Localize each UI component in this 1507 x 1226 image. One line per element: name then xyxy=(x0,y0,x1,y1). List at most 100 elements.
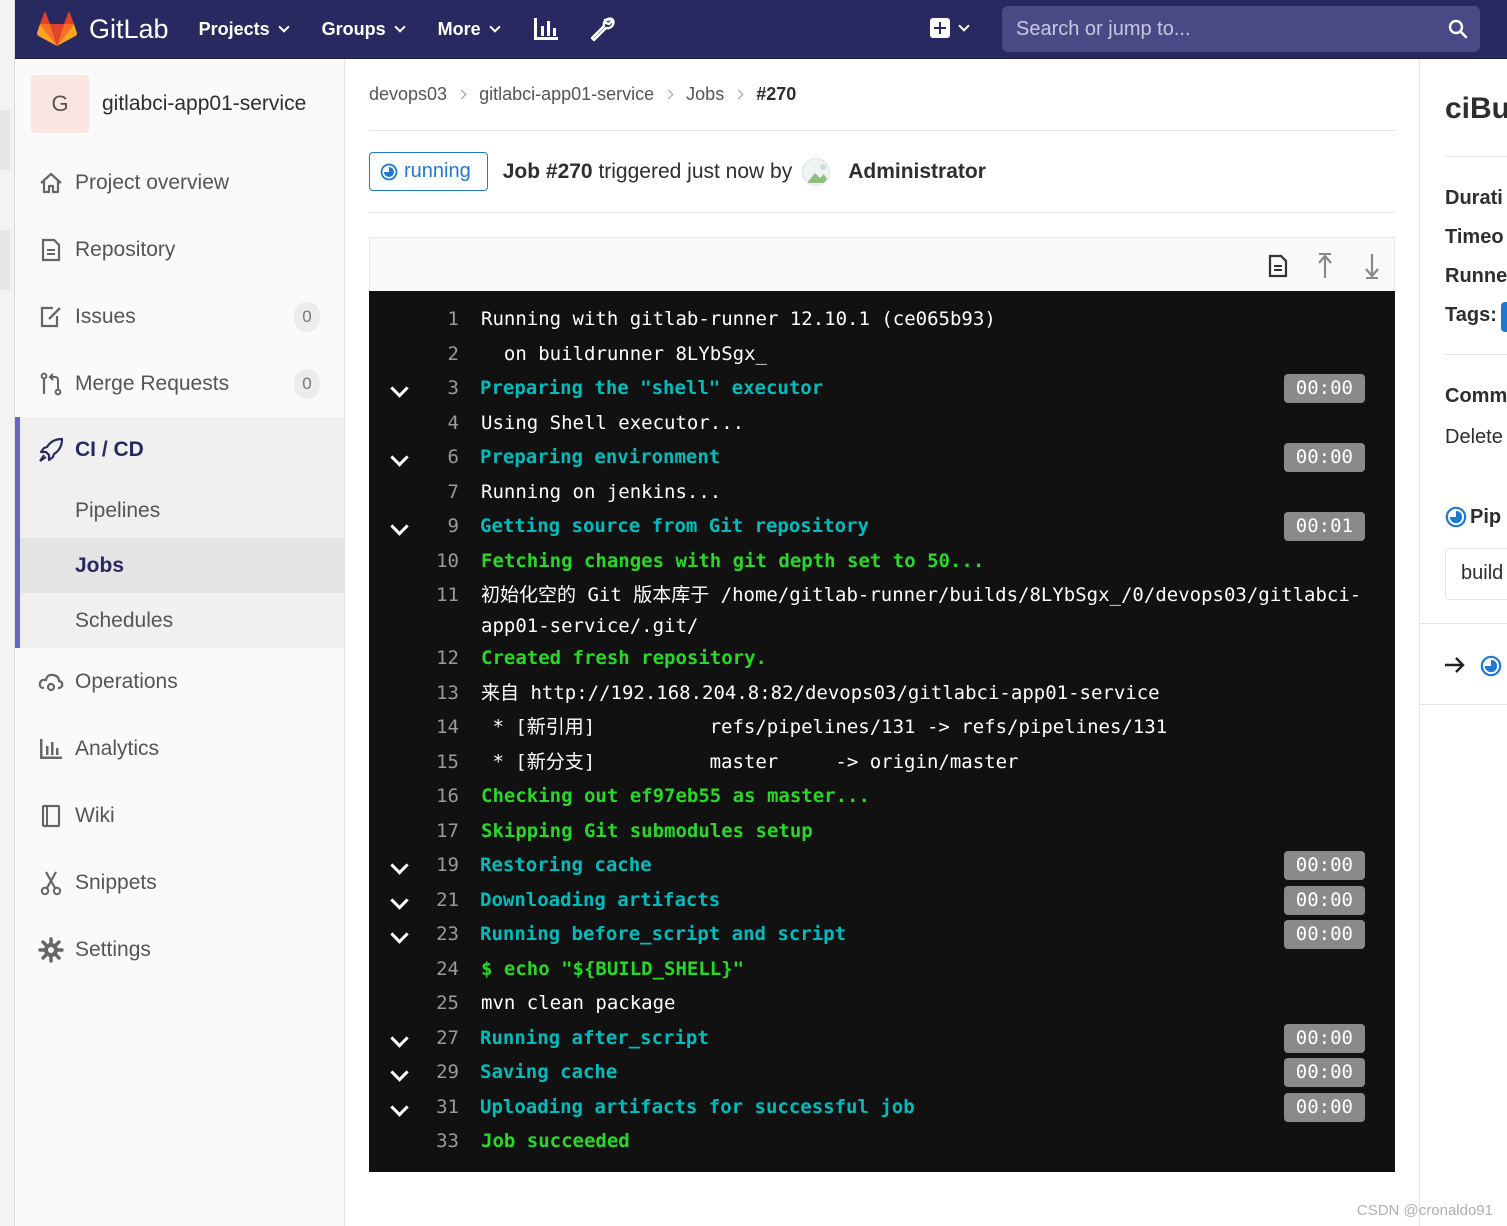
log-line-number[interactable]: 7 xyxy=(369,476,459,508)
project-header[interactable]: G gitlabci-app01-service xyxy=(15,59,344,149)
log-line-number[interactable]: 33 xyxy=(369,1125,459,1157)
log-line-number[interactable]: 11 xyxy=(369,579,459,611)
gitlab-home-link[interactable]: GitLab xyxy=(37,11,169,47)
sidebar-item-snippets[interactable]: Snippets xyxy=(15,849,344,916)
log-section-header[interactable]: 23 Running before_script and script 00:00 xyxy=(369,918,1395,953)
log-line-number[interactable]: 17 xyxy=(369,815,459,847)
home-icon xyxy=(37,169,65,197)
search-box xyxy=(1002,6,1480,52)
job-name-title: ciBui xyxy=(1445,92,1507,125)
user-name-link[interactable]: Administrator xyxy=(848,160,986,184)
sidebar-item-issues[interactable]: Issues 0 xyxy=(15,283,344,350)
log-section-header[interactable]: 31 Uploading artifacts for successful job… xyxy=(369,1091,1395,1126)
log-line-number[interactable]: 1 xyxy=(369,303,459,335)
job-header: running Job #270 triggered just now by A… xyxy=(369,131,1395,213)
log-line-number[interactable]: 2 xyxy=(369,338,459,370)
status-running-icon xyxy=(1445,506,1467,528)
chevron-right-icon xyxy=(456,89,467,100)
log-section-header[interactable]: 21 Downloading artifacts 00:00 xyxy=(369,884,1395,919)
log-line-number[interactable]: 14 xyxy=(369,711,459,743)
job-log-panel: 1 Running with gitlab-runner 12.10.1 (ce0… xyxy=(369,237,1395,1172)
log-line-number[interactable]: 16 xyxy=(369,780,459,812)
divider xyxy=(1420,704,1507,705)
plus-icon xyxy=(930,18,950,38)
sidebar-item-operations[interactable]: Operations xyxy=(15,648,344,715)
log-line-number[interactable]: 24 xyxy=(369,953,459,985)
log-line-number[interactable]: 21 xyxy=(369,884,459,916)
log-section-header[interactable]: 3 Preparing the "shell" executor 00:00 xyxy=(369,372,1395,407)
sidebar-item-merge-requests[interactable]: Merge Requests 0 xyxy=(15,350,344,417)
log-section-header[interactable]: 27 Running after_script 00:00 xyxy=(369,1022,1395,1057)
job-trigger-text: triggered just now by xyxy=(592,159,793,183)
log-section-header[interactable]: 19 Restoring cache 00:00 xyxy=(369,849,1395,884)
scissors-icon xyxy=(37,869,65,897)
chevron-down-icon xyxy=(393,20,406,33)
nav-menu: Projects Groups More xyxy=(199,16,645,42)
log-line-number[interactable]: 23 xyxy=(369,918,459,950)
sidebar-subitem-pipelines[interactable]: Pipelines xyxy=(20,483,344,538)
log-line-text: Checking out ef97eb55 as master... xyxy=(481,785,870,807)
arrow-right-icon xyxy=(1445,657,1465,673)
sidebar-item-settings[interactable]: Settings xyxy=(15,916,344,983)
stage-select[interactable]: build xyxy=(1445,548,1507,600)
log-line-text: Restoring cache xyxy=(480,854,652,876)
log-line-number[interactable]: 10 xyxy=(369,545,459,577)
projects-dropdown[interactable]: Projects xyxy=(199,19,290,40)
sidebar-item-label: Analytics xyxy=(75,736,160,760)
more-dropdown[interactable]: More xyxy=(438,19,501,40)
breadcrumb-job-link[interactable]: #270 xyxy=(756,84,796,105)
log-line: 14 * [新引用] refs/pipelines/131 -> refs/pi… xyxy=(369,711,1395,746)
status-running-icon[interactable] xyxy=(1480,655,1502,677)
user-avatar[interactable] xyxy=(802,157,831,186)
admin-wrench-icon[interactable] xyxy=(589,16,615,42)
log-line-number[interactable]: 27 xyxy=(369,1022,459,1054)
search-input[interactable] xyxy=(1016,17,1416,41)
sidebar-item-analytics[interactable]: Analytics xyxy=(15,715,344,782)
log-line-number[interactable]: 6 xyxy=(369,441,459,473)
log-line-number[interactable]: 4 xyxy=(369,407,459,439)
app-window: GitLab Projects Groups More G gitlabci-a… xyxy=(0,0,1507,1226)
breadcrumb-group-link[interactable]: devops03 xyxy=(369,84,447,105)
scroll-to-top-icon[interactable] xyxy=(1313,253,1337,279)
rocket-icon xyxy=(37,436,65,464)
runner-label: Runne xyxy=(1445,265,1507,287)
log-section-header[interactable]: 6 Preparing environment 00:00 xyxy=(369,441,1395,476)
job-title: Job #270 triggered just now by xyxy=(503,160,793,184)
log-line: 17 Skipping Git submodules setup xyxy=(369,815,1395,850)
sidebar-subitem-jobs[interactable]: Jobs xyxy=(20,538,344,593)
sidebar-item-label: Snippets xyxy=(75,870,157,894)
log-line-text: mvn clean package xyxy=(481,992,676,1014)
sidebar-subitem-schedules[interactable]: Schedules xyxy=(20,593,344,648)
sidebar-item-label: Merge Requests xyxy=(75,371,230,395)
activity-chart-icon[interactable] xyxy=(533,16,559,42)
window-edge xyxy=(0,0,15,1226)
log-line-number[interactable]: 3 xyxy=(369,372,459,404)
log-line-number[interactable]: 15 xyxy=(369,746,459,778)
breadcrumb-jobs-link[interactable]: Jobs xyxy=(686,84,724,105)
log-line-number[interactable]: 13 xyxy=(369,677,459,709)
job-status-badge[interactable]: running xyxy=(369,152,488,191)
merge-requests-count-badge: 0 xyxy=(294,368,320,399)
breadcrumb-project-link[interactable]: gitlabci-app01-service xyxy=(479,84,654,105)
sidebar-item-repository[interactable]: Repository xyxy=(15,216,344,283)
main-content: devops03 gitlabci-app01-service Jobs #27… xyxy=(369,59,1395,1172)
issues-count-badge: 0 xyxy=(294,301,320,332)
groups-dropdown[interactable]: Groups xyxy=(322,19,406,40)
section-duration-badge: 00:00 xyxy=(1283,1058,1365,1087)
log-line-number[interactable]: 19 xyxy=(369,849,459,881)
new-item-dropdown[interactable] xyxy=(930,18,970,38)
log-line-number[interactable]: 12 xyxy=(369,642,459,674)
sidebar-item-wiki[interactable]: Wiki xyxy=(15,782,344,849)
log-section-header[interactable]: 29 Saving cache 00:00 xyxy=(369,1056,1395,1091)
project-name: gitlabci-app01-service xyxy=(102,92,307,115)
raw-log-icon[interactable] xyxy=(1266,253,1290,279)
search-icon[interactable] xyxy=(1448,19,1468,39)
scroll-to-bottom-icon[interactable] xyxy=(1360,253,1384,279)
log-line-number[interactable]: 9 xyxy=(369,510,459,542)
log-line-number[interactable]: 29 xyxy=(369,1056,459,1088)
sidebar-item-project-overview[interactable]: Project overview xyxy=(15,149,344,216)
sidebar-item-cicd[interactable]: CI / CD xyxy=(20,417,344,483)
log-line-number[interactable]: 25 xyxy=(369,987,459,1019)
log-line-number[interactable]: 31 xyxy=(369,1091,459,1123)
log-section-header[interactable]: 9 Getting source from Git repository 00:01 xyxy=(369,510,1395,545)
